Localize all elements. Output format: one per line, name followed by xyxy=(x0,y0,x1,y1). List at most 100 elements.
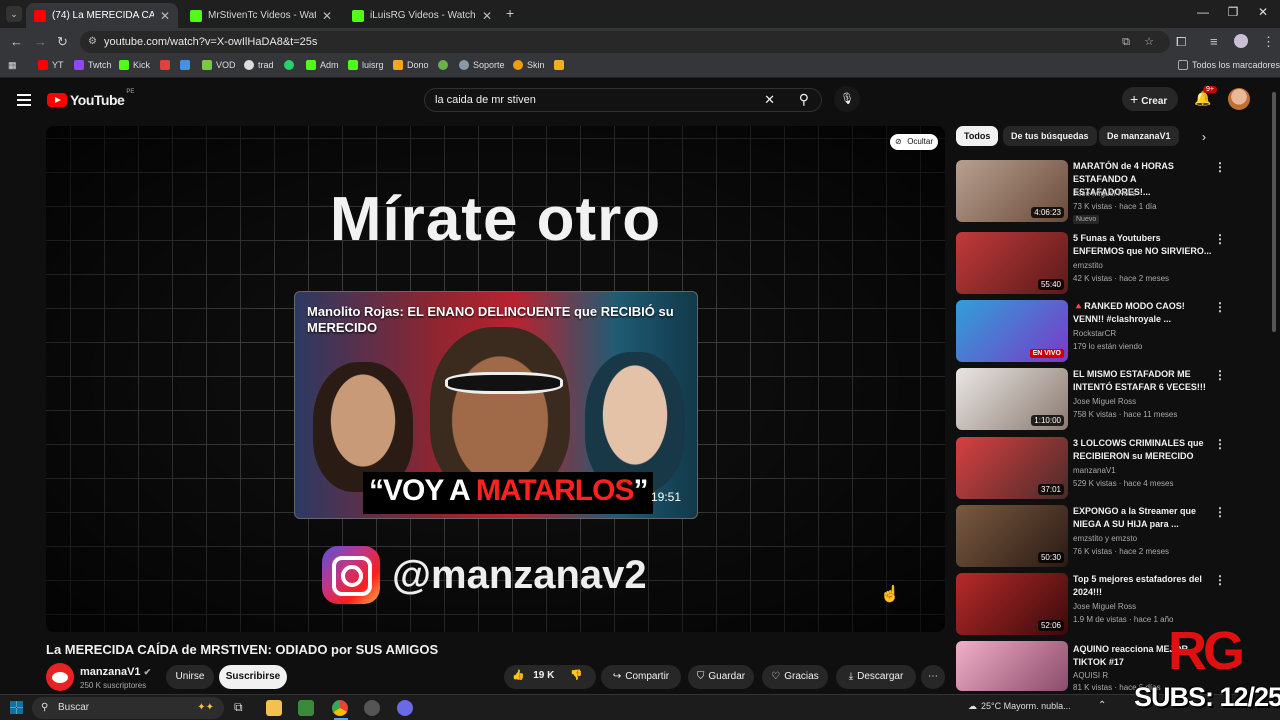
video-duration: 4:06:23 xyxy=(1031,207,1064,218)
reload-icon[interactable]: ↻ xyxy=(57,34,68,50)
recommendation-item[interactable]: 55:40 5 Funas a Youtubers ENFERMOS que N… xyxy=(956,232,1236,296)
tray-chevron-icon[interactable]: ⌃ xyxy=(1098,700,1106,711)
recommendation-item[interactable]: EN VIVO 🔺RANKED MODO CAOS! VENN!! #clash… xyxy=(956,300,1236,364)
taskbar-search[interactable]: ⚲ Buscar ✦✦ xyxy=(32,697,224,719)
bookmark-adm[interactable]: Adm xyxy=(306,60,339,70)
more-options-icon[interactable]: ⋮ xyxy=(1214,437,1226,451)
more-options-icon[interactable]: ⋮ xyxy=(1214,505,1226,519)
more-options-icon[interactable]: ⋮ xyxy=(1214,160,1226,174)
minecraft-icon[interactable] xyxy=(298,700,314,716)
site-info-icon[interactable]: ⚙ xyxy=(88,31,97,53)
recommendation-item[interactable]: 4:06:23 MARATÓN de 4 HORAS ESTAFANDO A E… xyxy=(956,160,1236,224)
bookmark-skin[interactable]: Skin xyxy=(513,60,545,70)
voice-search-button[interactable]: 🎙 xyxy=(834,86,860,112)
bookmark-green[interactable] xyxy=(438,60,452,70)
recommendation-item[interactable]: 1:10:00 EL MISMO ESTAFADOR ME INTENTÓ ES… xyxy=(956,368,1236,432)
download-button[interactable]: ⤓ Descargar xyxy=(836,665,916,689)
more-options-icon[interactable]: ⋮ xyxy=(1214,232,1226,246)
page-scrollbar[interactable] xyxy=(1272,92,1276,332)
search-input[interactable]: la caida de mr stiven ✕ ⚲ xyxy=(424,88,822,112)
tab-title: (74) La MERECIDA CAÍDA de MRS xyxy=(52,10,154,21)
tab-search-button[interactable]: ⌄ xyxy=(6,6,22,22)
forward-icon[interactable]: → xyxy=(34,34,47,49)
bookmark-whatsapp[interactable] xyxy=(284,60,298,70)
like-button[interactable]: 👍 19 K xyxy=(512,670,554,681)
browser-menu-icon[interactable]: ⋮ xyxy=(1262,34,1275,50)
media-icon[interactable]: ≡ xyxy=(1210,34,1218,49)
bookmark-yt[interactable]: YT xyxy=(38,60,64,70)
bookmark-luisrg[interactable]: luisrg xyxy=(348,60,384,70)
window-close-button[interactable]: ✕ xyxy=(1248,5,1278,19)
windows-start-icon[interactable] xyxy=(10,701,23,714)
restore-button[interactable]: ❐ xyxy=(1218,5,1248,19)
all-bookmarks[interactable]: Todos los marcadores xyxy=(1178,60,1280,70)
channel-avatar[interactable] xyxy=(46,663,74,691)
close-icon[interactable]: ✕ xyxy=(482,9,492,23)
back-icon[interactable]: ← xyxy=(10,34,23,49)
recommendation-title: 3 LOLCOWS CRIMINALES que RECIBIERON su M… xyxy=(1073,438,1204,461)
account-avatar[interactable] xyxy=(1228,88,1250,110)
task-view-icon[interactable]: ⧉ xyxy=(234,700,243,715)
create-button[interactable]: + Crear xyxy=(1122,87,1178,111)
extensions-icon[interactable]: ⧠ xyxy=(1176,34,1186,50)
bookmark-dono[interactable]: Dono xyxy=(393,60,429,70)
chip-from-searches[interactable]: De tus búsquedas xyxy=(1003,126,1097,146)
apps-icon[interactable]: ▦ xyxy=(8,60,17,71)
join-button[interactable]: Unirse xyxy=(166,665,214,689)
bookmark-blue[interactable] xyxy=(180,60,194,70)
channel-name[interactable]: manzanaV1 ✔ xyxy=(80,666,151,678)
recommendation-meta: 1.9 M de vistas · hace 1 año xyxy=(1073,615,1174,624)
address-bar[interactable]: ⚙ youtube.com/watch?v=X-owIlHaDA8&t=25s … xyxy=(80,31,1170,53)
video-player[interactable]: Mírate otro ⊘ Ocultar Manolito Rojas: EL… xyxy=(46,126,945,632)
chevron-right-icon[interactable]: › xyxy=(1202,130,1206,144)
bookmark-grid[interactable] xyxy=(554,60,568,70)
bookmark-icon: ⛉ xyxy=(696,671,705,682)
chip-from-channel[interactable]: De manzanaV1 xyxy=(1099,126,1179,146)
more-actions-button[interactable]: ⋯ xyxy=(921,665,945,689)
bookmark-kick[interactable]: Kick xyxy=(119,60,150,70)
youtube-icon xyxy=(34,9,46,22)
recommendation-item[interactable]: 50:30 EXPONGO a la Streamer que NIEGA A … xyxy=(956,505,1236,569)
minimize-button[interactable]: — xyxy=(1188,5,1218,19)
bookmark-star-icon[interactable]: ☆ xyxy=(1144,31,1154,53)
bookmark-gmail[interactable] xyxy=(160,60,174,70)
weather-widget[interactable]: ☁ 25°C Mayorm. nubla... xyxy=(968,701,1071,712)
recommendation-item[interactable]: 37:01 3 LOLCOWS CRIMINALES que RECIBIERO… xyxy=(956,437,1236,501)
close-icon[interactable]: ✕ xyxy=(322,9,332,23)
recommendation-meta: 76 K vistas · hace 2 meses xyxy=(1073,547,1170,556)
bookmark-vod[interactable]: VOD xyxy=(202,60,236,70)
bookmark-soporte[interactable]: Soporte xyxy=(459,60,505,70)
more-options-icon[interactable]: ⋮ xyxy=(1214,368,1226,382)
chrome-icon[interactable] xyxy=(332,700,348,716)
discord-icon[interactable] xyxy=(397,700,413,716)
clear-search-icon[interactable]: ✕ xyxy=(764,89,775,111)
subscribe-button[interactable]: Suscribirse xyxy=(219,665,287,689)
save-button[interactable]: ⛉ Guardar xyxy=(688,665,754,689)
hide-endcards-button[interactable]: ⊘ Ocultar xyxy=(890,134,938,150)
thanks-button[interactable]: ♡ Gracias xyxy=(762,665,828,689)
tab-youtube[interactable]: (74) La MERECIDA CAÍDA de MRS ✕ xyxy=(26,3,178,28)
new-tab-button[interactable]: + xyxy=(506,5,514,21)
share-button[interactable]: ↪ Compartir xyxy=(601,665,681,689)
tab-mrstiven[interactable]: MrStivenTc Videos - Watch On-De ✕ xyxy=(182,3,340,28)
file-explorer-icon[interactable] xyxy=(266,700,282,716)
app-icon[interactable] xyxy=(364,700,380,716)
tab-iluisrg[interactable]: iLuisRG Videos - Watch On-Dem ✕ xyxy=(344,3,500,28)
search-icon[interactable]: ⚲ xyxy=(799,88,809,110)
thumbs-down-icon: 👎 xyxy=(570,670,583,681)
notifications-button[interactable]: 🔔 9+ xyxy=(1194,86,1217,107)
menu-icon[interactable] xyxy=(17,91,31,109)
more-options-icon[interactable]: ⋮ xyxy=(1214,300,1226,314)
install-icon[interactable]: ⧉ xyxy=(1122,31,1130,53)
bookmark-trad[interactable]: trad xyxy=(244,60,274,70)
profile-avatar[interactable] xyxy=(1234,34,1248,48)
bookmark-twitch[interactable]: Twtch xyxy=(74,60,112,70)
endcard-video[interactable]: Manolito Rojas: EL ENANO DELINCUENTE que… xyxy=(294,291,698,519)
chip-todos[interactable]: Todos xyxy=(956,126,999,146)
close-icon[interactable]: ✕ xyxy=(160,9,170,23)
app-icon xyxy=(180,60,190,70)
thumbnail-sunglasses xyxy=(445,372,563,394)
dislike-button[interactable]: 👎 xyxy=(570,670,582,681)
more-options-icon[interactable]: ⋮ xyxy=(1214,573,1226,587)
youtube-logo[interactable]: YouTube PE xyxy=(47,89,134,108)
